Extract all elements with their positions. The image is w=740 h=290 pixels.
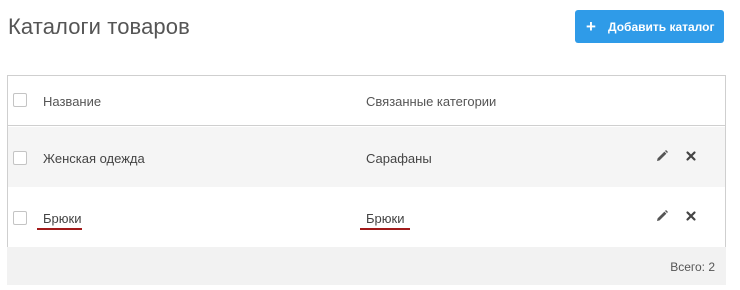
- table-row[interactable]: Брюки Брюки: [8, 187, 725, 247]
- table-footer: Всего: 2: [7, 247, 726, 285]
- row-name[interactable]: Брюки: [43, 211, 81, 226]
- row-checkbox[interactable]: [13, 211, 27, 225]
- row-name[interactable]: Женская одежда: [43, 151, 145, 166]
- column-header-name[interactable]: Название: [43, 94, 101, 109]
- name-underline: [37, 228, 82, 230]
- total-count: Всего: 2: [670, 260, 715, 274]
- table-row[interactable]: Женская одежда Сарафаны: [8, 127, 725, 187]
- catalog-table: Название Связанные категории Женская оде…: [7, 75, 726, 247]
- row-categories: Брюки: [366, 211, 405, 226]
- page-title: Каталоги товаров: [8, 14, 190, 39]
- column-header-categories[interactable]: Связанные категории: [366, 94, 496, 109]
- close-icon[interactable]: [682, 147, 700, 165]
- row-categories: Сарафаны: [366, 151, 432, 166]
- plus-icon: +: [586, 17, 596, 36]
- categories-underline: [360, 228, 410, 230]
- select-all-checkbox[interactable]: [13, 93, 27, 107]
- pencil-icon[interactable]: [653, 207, 671, 225]
- table-header: Название Связанные категории: [8, 76, 725, 126]
- add-catalog-button[interactable]: + Добавить каталог: [575, 10, 724, 43]
- close-icon[interactable]: [682, 207, 700, 225]
- pencil-icon[interactable]: [653, 147, 671, 165]
- add-catalog-label: Добавить каталог: [608, 19, 715, 34]
- row-checkbox[interactable]: [13, 151, 27, 165]
